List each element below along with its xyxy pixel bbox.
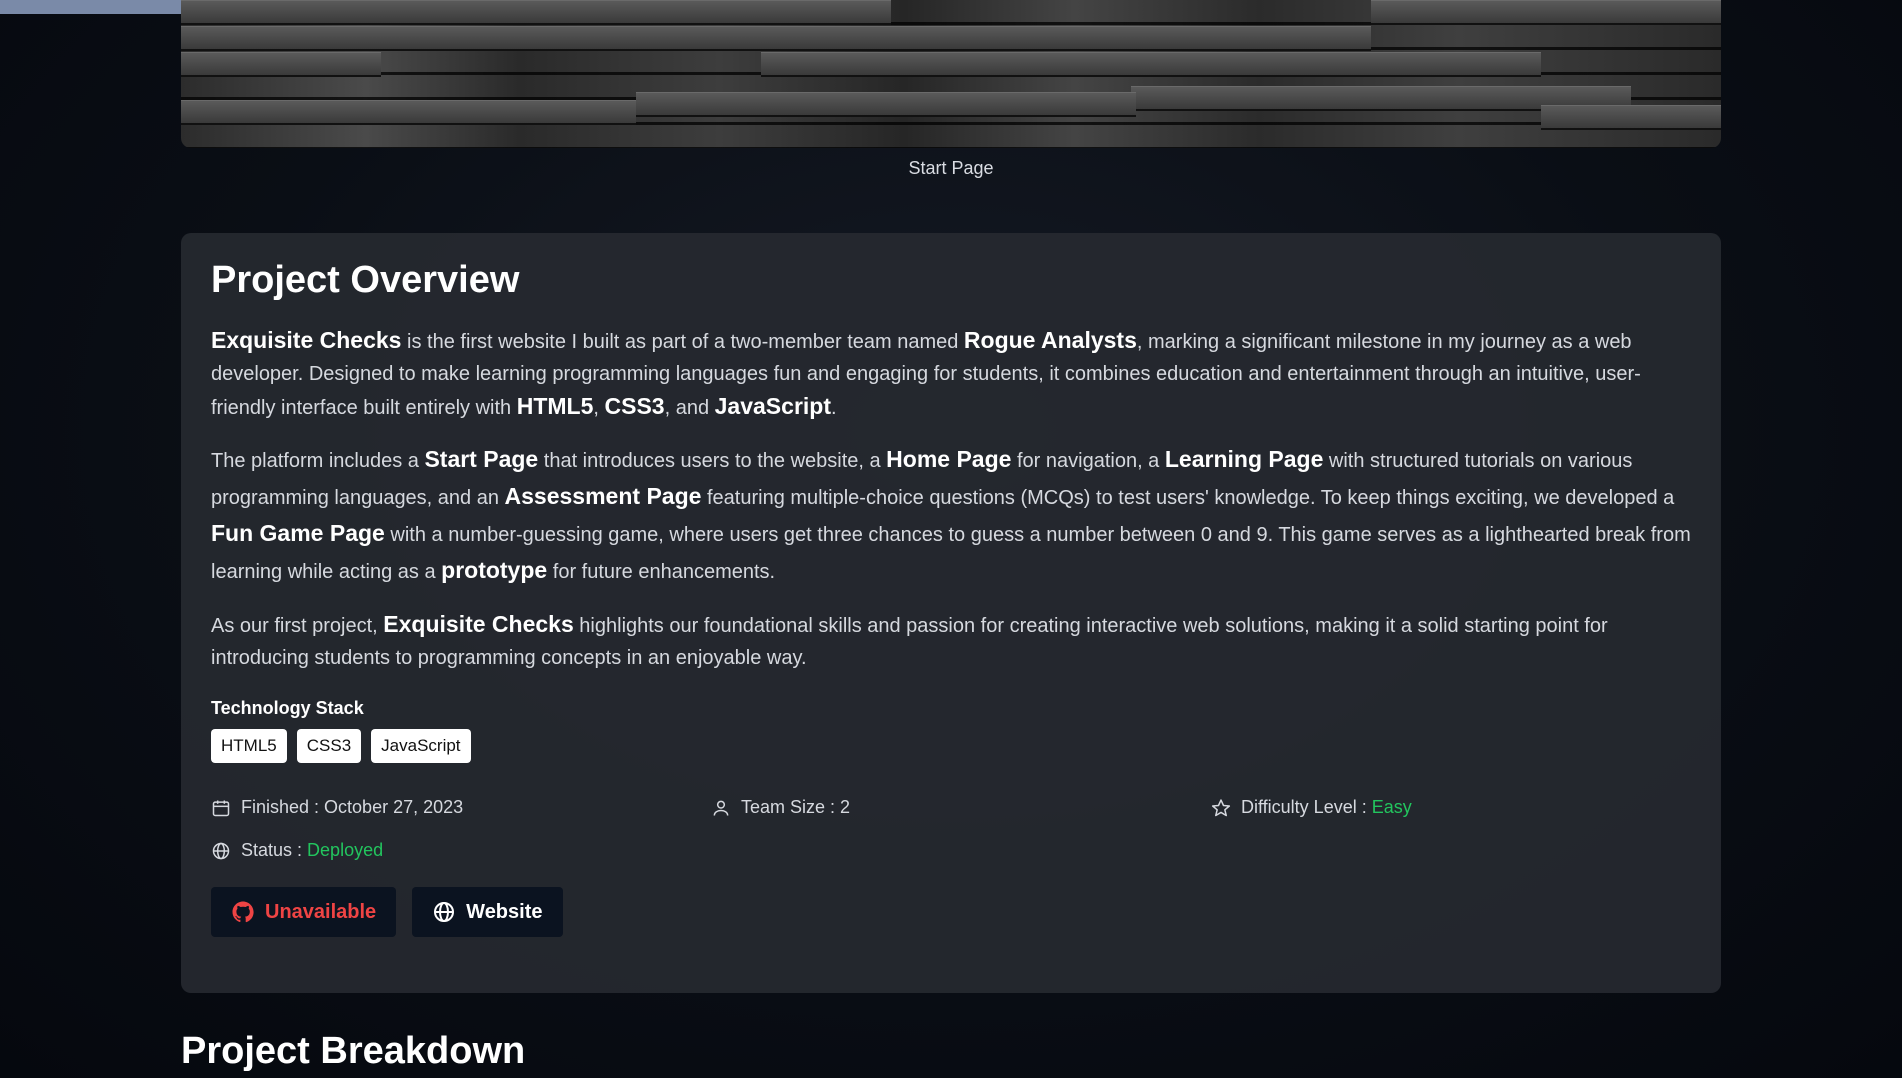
status-meta: Status : Deployed bbox=[211, 840, 1691, 861]
text: , bbox=[593, 397, 605, 419]
bold-text: Fun Game Page bbox=[211, 520, 385, 546]
team-label: Team Size : bbox=[741, 797, 841, 817]
team-size-meta: Team Size : 2 bbox=[711, 797, 1211, 818]
star-icon bbox=[1211, 798, 1231, 816]
globe-icon bbox=[434, 902, 455, 922]
bold-text: Assessment Page bbox=[504, 483, 702, 509]
text: for navigation, a bbox=[1011, 450, 1165, 472]
technology-stack-title: Technology Stack bbox=[211, 698, 364, 718]
team-value: 2 bbox=[840, 797, 851, 817]
text: for future enhancements. bbox=[547, 561, 776, 583]
website-button[interactable]: Website bbox=[412, 887, 563, 937]
github-unavailable-button[interactable]: Unavailable bbox=[211, 887, 397, 937]
website-button-label: Website bbox=[466, 900, 543, 923]
bold-text: Home Page bbox=[886, 446, 1012, 472]
text: is the first website I built as part of … bbox=[401, 331, 964, 353]
hero-caption: Start Page bbox=[908, 158, 994, 178]
calendar-icon bbox=[212, 800, 230, 816]
status-value: Deployed bbox=[307, 840, 384, 860]
finished-value: October 27, 2023 bbox=[324, 797, 464, 817]
difficulty-meta: Difficulty Level : Easy bbox=[1211, 797, 1412, 818]
tag-javascript: JavaScript bbox=[371, 729, 471, 763]
technology-tags: HTML5 CSS3 JavaScript bbox=[211, 729, 1691, 763]
bold-text: Exquisite Checks bbox=[211, 327, 402, 353]
project-overview-card: Project Overview Exquisite Checks is the… bbox=[181, 233, 1721, 993]
overview-paragraph-1: Exquisite Checks is the first website I … bbox=[211, 324, 1691, 424]
user-icon bbox=[713, 800, 729, 816]
overview-paragraph-3: As our first project, Exquisite Checks h… bbox=[211, 608, 1691, 674]
hero-image-start-page bbox=[181, 0, 1721, 148]
bold-text: Exquisite Checks bbox=[383, 611, 574, 637]
action-buttons: Unavailable Website bbox=[211, 887, 1691, 937]
text: with a number-guessing game, where users… bbox=[211, 524, 1691, 583]
tag-css3: CSS3 bbox=[296, 729, 362, 763]
overview-paragraph-2: The platform includes a Start Page that … bbox=[211, 442, 1691, 590]
text: featuring multiple-choice questions (MCQ… bbox=[701, 487, 1675, 509]
globe-icon bbox=[212, 842, 230, 859]
team-text: Team Size : 2 bbox=[741, 797, 850, 818]
text: that introduces users to the website, a bbox=[538, 450, 887, 472]
text: , and bbox=[664, 397, 715, 419]
bold-text: CSS3 bbox=[604, 393, 665, 419]
bold-text: Start Page bbox=[424, 446, 539, 472]
text: . bbox=[831, 397, 837, 419]
text: As our first project, bbox=[211, 615, 384, 637]
overview-title: Project Overview bbox=[211, 259, 520, 301]
difficulty-label: Difficulty Level : bbox=[1241, 797, 1372, 817]
bold-text: HTML5 bbox=[516, 393, 594, 419]
status-label: Status : bbox=[241, 840, 308, 860]
project-breakdown-title: Project Breakdown bbox=[181, 1030, 526, 1072]
finished-label: Finished : bbox=[241, 797, 325, 817]
page: Start Page Project Overview Exquisite Ch… bbox=[0, 0, 1902, 1078]
status-text: Status : Deployed bbox=[241, 840, 383, 861]
github-icon bbox=[232, 901, 254, 923]
github-button-label: Unavailable bbox=[265, 900, 377, 923]
bold-text: Rogue Analysts bbox=[963, 327, 1137, 353]
difficulty-text: Difficulty Level : Easy bbox=[1241, 797, 1412, 818]
finished-text: Finished : October 27, 2023 bbox=[241, 797, 463, 818]
difficulty-value: Easy bbox=[1371, 797, 1412, 817]
text: The platform includes a bbox=[211, 450, 425, 472]
finished-meta: Finished : October 27, 2023 bbox=[211, 797, 711, 818]
bold-text: Learning Page bbox=[1164, 446, 1324, 472]
bold-text: JavaScript bbox=[714, 393, 831, 419]
meta-row: Finished : October 27, 2023 Team Size : … bbox=[211, 797, 1691, 818]
tag-html5: HTML5 bbox=[211, 729, 287, 763]
bold-text: prototype bbox=[441, 557, 548, 583]
